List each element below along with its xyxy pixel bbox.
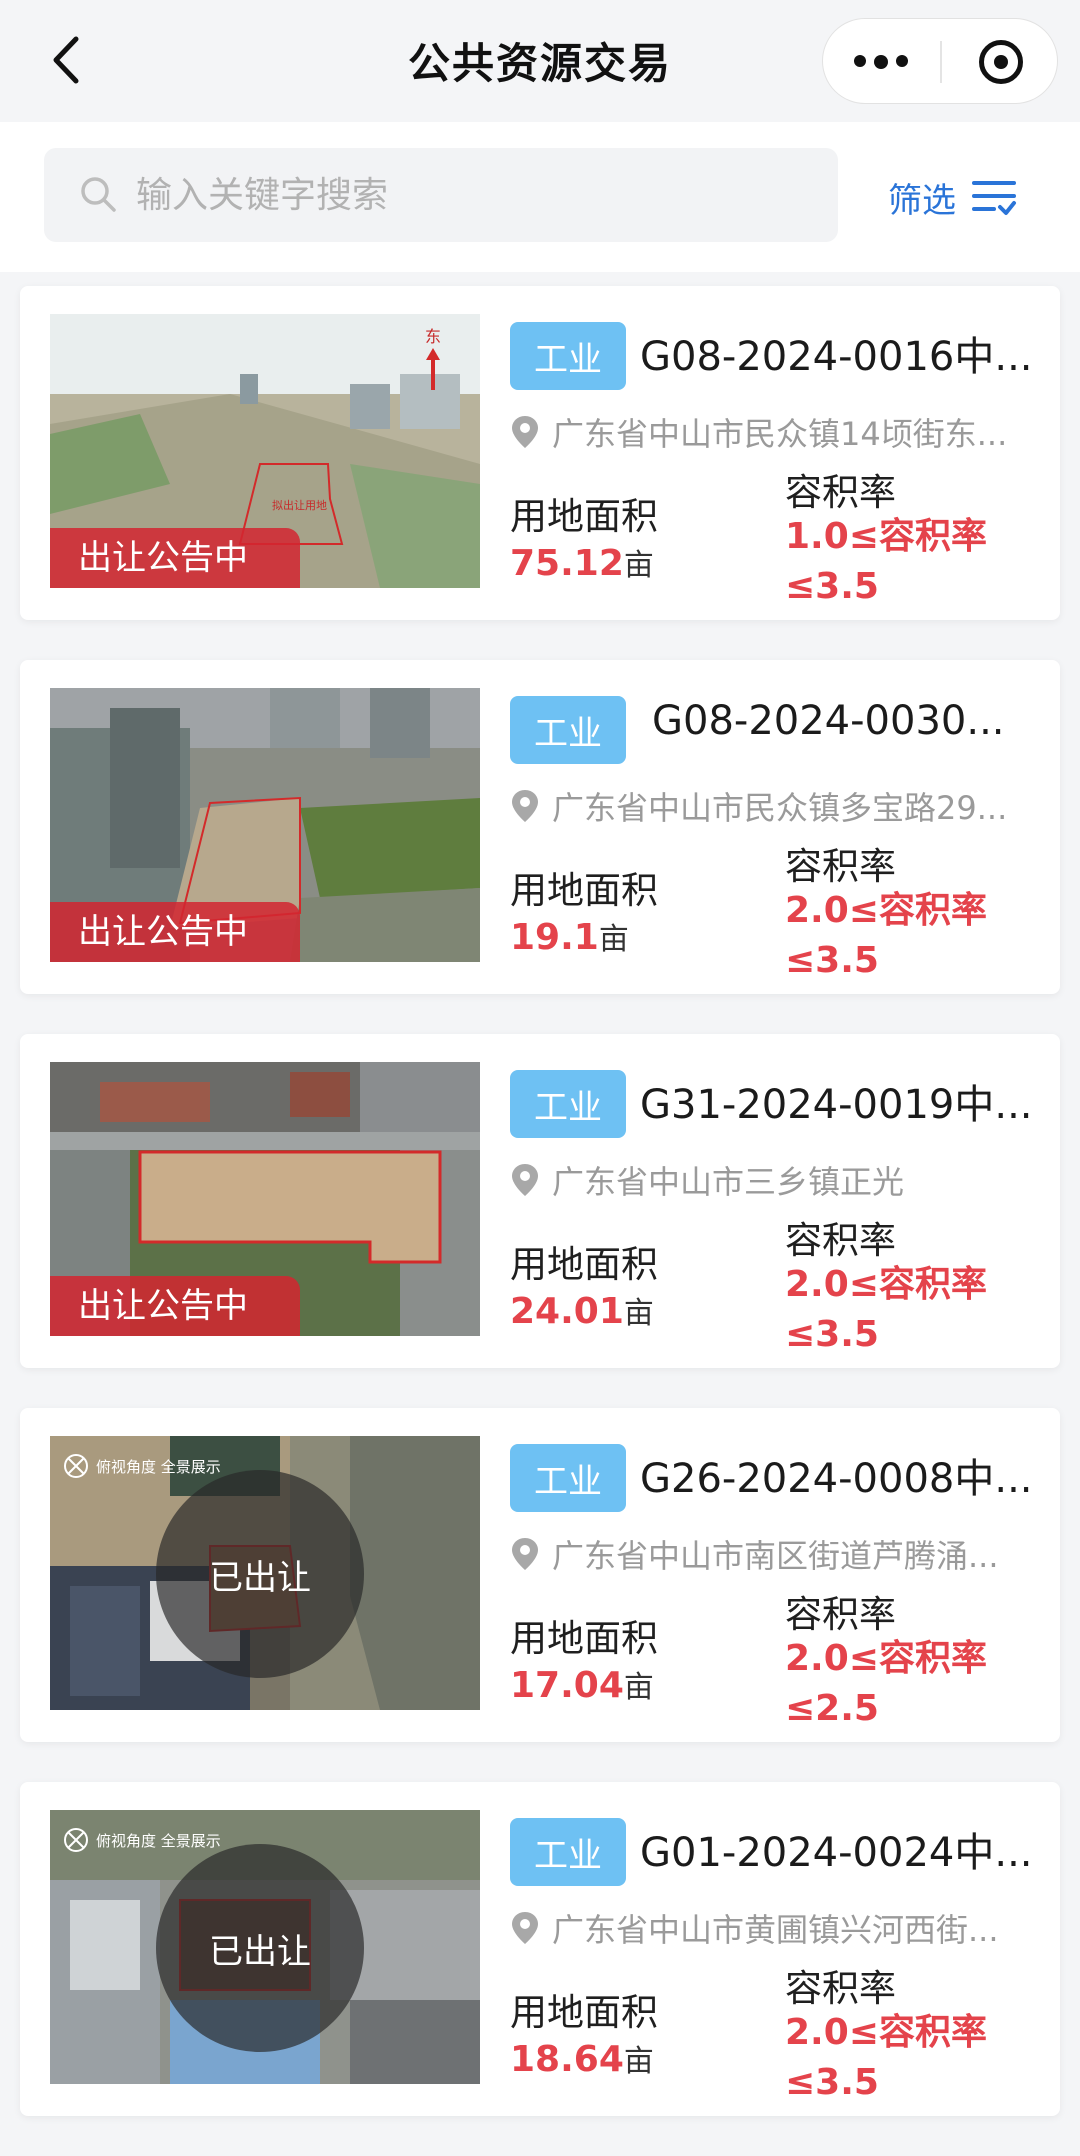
- far-line: ≤3.5: [785, 1314, 879, 1355]
- area-unit: 亩: [623, 2044, 654, 2079]
- status-badge: 已出让: [156, 1470, 364, 1678]
- location-row: 广东省中山市民众镇14顷街东...: [510, 408, 1055, 456]
- far-label: 容积率: [785, 1967, 896, 2010]
- listing-card[interactable]: 出让公告中 工业 G31-2024-0019中... 广东省中山市三乡镇正光 容…: [20, 1034, 1060, 1368]
- listing-thumbnail: 东 拟出让用地 出让公告中: [50, 314, 480, 588]
- more-button[interactable]: [823, 19, 939, 105]
- location-text: 广东省中山市南区街道芦腾涌...: [552, 1537, 999, 1575]
- far-line: 2.0≤容积率: [785, 890, 987, 931]
- area-value: 75.12亩: [510, 540, 654, 584]
- listing-thumbnail: 俯视角度 全景展示 已出让: [50, 1436, 480, 1710]
- location-text: 广东省中山市民众镇14顷街东...: [552, 415, 1008, 453]
- far-line: ≤2.5: [785, 1688, 879, 1729]
- area-number: 18.64: [510, 2039, 624, 2080]
- filter-list-icon: [972, 181, 1016, 215]
- location-text: 广东省中山市三乡镇正光: [552, 1163, 905, 1201]
- thumb-label: 俯视角度 全景展示: [96, 1832, 221, 1850]
- location-text: 广东省中山市黄圃镇兴河西街...: [552, 1911, 999, 1949]
- location-pin-icon: [512, 1538, 538, 1570]
- area-value: 24.01亩: [510, 1288, 654, 1332]
- location-text: 广东省中山市民众镇多宝路29...: [552, 789, 1008, 827]
- listing-title: G31-2024-0019中...: [640, 1082, 1033, 1128]
- thumb-label: 拟出让用地: [272, 498, 327, 512]
- listing-list: 东 拟出让用地 出让公告中 工业 G08-2024-0016中... 广东省中山…: [20, 286, 1060, 2156]
- category-tag: 工业: [510, 696, 626, 764]
- far-value: 2.0≤容积率 ≤3.5: [785, 1260, 1045, 1360]
- filter-label: 筛选: [888, 180, 956, 221]
- area-number: 19.1: [510, 917, 599, 958]
- far-line: 2.0≤容积率: [785, 1638, 987, 1679]
- listing-card[interactable]: 俯视角度 全景展示 已出让 工业 G01-2024-0024中... 广东省中山…: [20, 1782, 1060, 2116]
- area-label: 用地面积: [510, 1617, 658, 1660]
- location-row: 广东省中山市三乡镇正光: [510, 1156, 1055, 1204]
- category-tag: 工业: [510, 1444, 626, 1512]
- status-badge: 出让公告中: [50, 1276, 300, 1336]
- area-value: 18.64亩: [510, 2036, 654, 2080]
- location-row: 广东省中山市南区街道芦腾涌...: [510, 1530, 1055, 1578]
- listing-thumbnail: 出让公告中: [50, 688, 480, 962]
- area-label: 用地面积: [510, 869, 658, 912]
- far-value: 2.0≤容积率 ≤3.5: [785, 886, 1045, 986]
- mini-program-capsule: [822, 18, 1058, 104]
- far-line: ≤3.5: [785, 2062, 879, 2103]
- area-unit: 亩: [623, 548, 654, 583]
- status-badge: 出让公告中: [50, 528, 300, 588]
- thumb-label: 东: [425, 327, 441, 346]
- location-pin-icon: [512, 1912, 538, 1944]
- location-row: 广东省中山市黄圃镇兴河西街...: [510, 1904, 1055, 1952]
- area-label: 用地面积: [510, 1243, 658, 1286]
- category-tag: 工业: [510, 322, 626, 390]
- far-label: 容积率: [785, 1593, 896, 1636]
- area-value: 19.1亩: [510, 914, 629, 958]
- location-pin-icon: [512, 1164, 538, 1196]
- search-bar: 筛选: [0, 122, 1080, 272]
- more-dots-icon: [850, 55, 912, 69]
- far-label: 容积率: [785, 1219, 896, 1262]
- far-line: ≤3.5: [785, 566, 879, 607]
- area-unit: 亩: [598, 922, 629, 957]
- thumb-label: 俯视角度 全景展示: [96, 1458, 221, 1476]
- category-tag: 工业: [510, 1070, 626, 1138]
- area-unit: 亩: [623, 1296, 654, 1331]
- search-box[interactable]: [44, 148, 838, 242]
- close-miniprogram-button[interactable]: [943, 19, 1059, 105]
- listing-title: G01-2024-0024中...: [640, 1830, 1033, 1876]
- area-label: 用地面积: [510, 1991, 658, 2034]
- listing-thumbnail: 俯视角度 全景展示 已出让: [50, 1810, 480, 2084]
- listing-title: G08-2024-0030...: [652, 698, 1005, 744]
- far-line: 2.0≤容积率: [785, 1264, 987, 1305]
- search-input[interactable]: [134, 162, 818, 228]
- listing-title: G26-2024-0008中...: [640, 1456, 1033, 1502]
- target-icon: [979, 40, 1023, 84]
- far-value: 1.0≤容积率 ≤3.5: [785, 512, 1045, 612]
- nav-bar: 公共资源交易: [0, 0, 1080, 122]
- far-label: 容积率: [785, 845, 896, 888]
- area-value: 17.04亩: [510, 1662, 654, 1706]
- listing-card[interactable]: 出让公告中 工业 G08-2024-0030... 广东省中山市民众镇多宝路29…: [20, 660, 1060, 994]
- location-pin-icon: [512, 790, 538, 822]
- capsule-divider: [940, 41, 942, 83]
- far-line: 2.0≤容积率: [785, 2012, 987, 2053]
- area-label: 用地面积: [510, 495, 658, 538]
- far-label: 容积率: [785, 471, 896, 514]
- status-badge: 出让公告中: [50, 902, 300, 962]
- area-number: 75.12: [510, 543, 624, 584]
- listing-thumbnail: 出让公告中: [50, 1062, 480, 1336]
- status-badge: 已出让: [156, 1844, 364, 2052]
- category-tag: 工业: [510, 1818, 626, 1886]
- listing-title: G08-2024-0016中...: [640, 334, 1033, 380]
- area-number: 24.01: [510, 1291, 624, 1332]
- area-number: 17.04: [510, 1665, 624, 1706]
- far-value: 2.0≤容积率 ≤2.5: [785, 1634, 1045, 1734]
- far-line: 1.0≤容积率: [785, 516, 987, 557]
- search-icon: [81, 177, 116, 212]
- filter-button[interactable]: 筛选: [888, 162, 1038, 232]
- listing-card[interactable]: 俯视角度 全景展示 已出让 工业 G26-2024-0008中... 广东省中山…: [20, 1408, 1060, 1742]
- far-value: 2.0≤容积率 ≤3.5: [785, 2008, 1045, 2108]
- area-unit: 亩: [623, 1670, 654, 1705]
- location-pin-icon: [512, 416, 538, 448]
- far-line: ≤3.5: [785, 940, 879, 981]
- listing-card[interactable]: 东 拟出让用地 出让公告中 工业 G08-2024-0016中... 广东省中山…: [20, 286, 1060, 620]
- location-row: 广东省中山市民众镇多宝路29...: [510, 782, 1055, 830]
